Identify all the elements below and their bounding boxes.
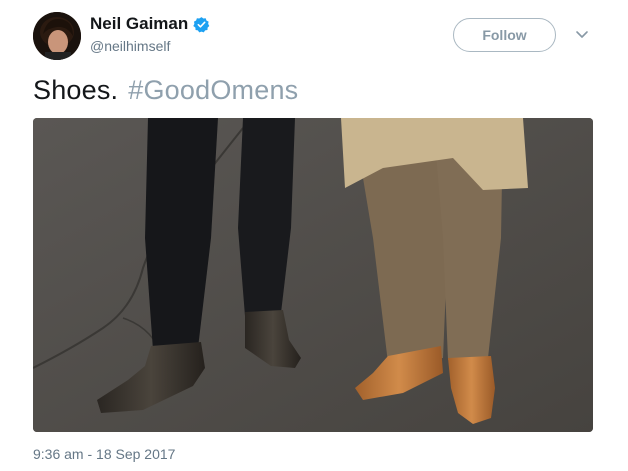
tweet-timestamp[interactable]: 9:36 am - 18 Sep 2017 bbox=[33, 446, 175, 462]
avatar[interactable] bbox=[33, 12, 81, 60]
chevron-down-icon[interactable] bbox=[574, 28, 590, 42]
author-handle[interactable]: @neilhimself bbox=[90, 38, 170, 54]
tweet-body: Shoes. bbox=[33, 75, 119, 105]
hashtag-link[interactable]: #GoodOmens bbox=[128, 75, 298, 105]
photo-image bbox=[33, 118, 593, 432]
follow-button[interactable]: Follow bbox=[453, 18, 556, 52]
verified-badge-icon bbox=[193, 16, 210, 33]
tweet-text: Shoes. #GoodOmens bbox=[33, 75, 298, 106]
tweet-photo[interactable] bbox=[33, 118, 593, 432]
avatar-image bbox=[33, 12, 81, 60]
author-name[interactable]: Neil Gaiman bbox=[90, 14, 188, 34]
author-name-row: Neil Gaiman bbox=[90, 14, 210, 34]
